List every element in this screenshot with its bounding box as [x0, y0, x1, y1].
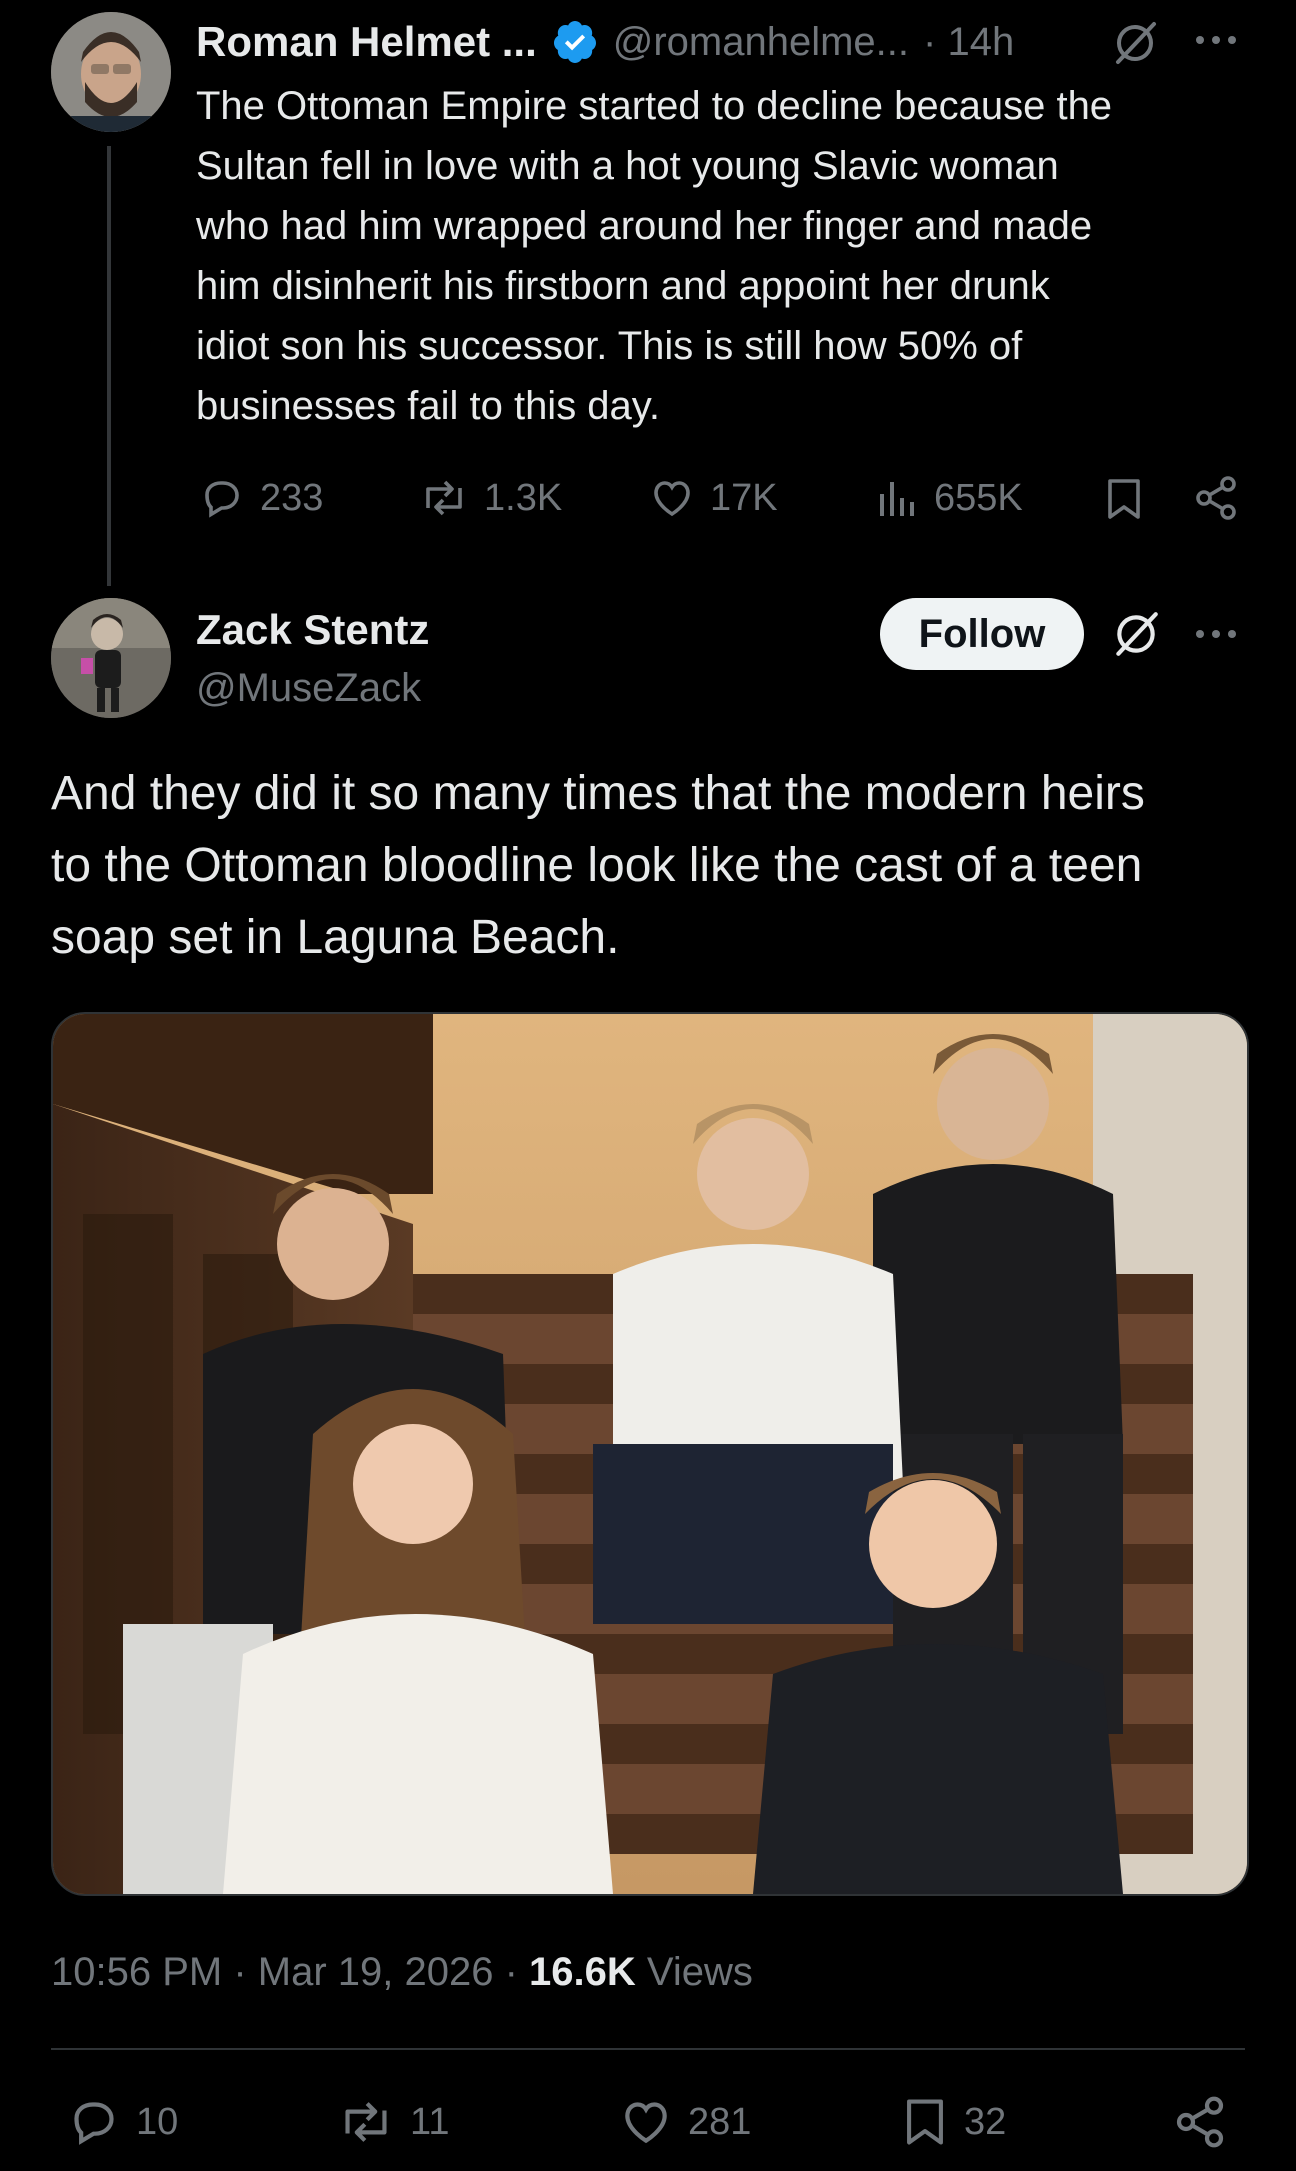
parent-post-header: Roman Helmet ... @romanhelme... · 14h — [196, 12, 1014, 72]
repost-icon — [336, 2094, 396, 2150]
views-count: 16.6K — [529, 1950, 636, 1994]
reply-icon — [66, 2094, 122, 2150]
bookmark-count: 32 — [964, 2100, 1007, 2143]
text-line: And they did it so many times that the m… — [51, 767, 1145, 820]
author-handle[interactable]: @MuseZack — [196, 660, 421, 716]
bookmark-button[interactable]: 32 — [900, 2094, 1006, 2150]
repost-count: 11 — [410, 2100, 450, 2143]
reply-count: 233 — [260, 476, 324, 519]
main-post-text: And they did it so many times that the m… — [51, 758, 1261, 974]
follow-button[interactable]: Follow — [880, 598, 1084, 670]
text-line: idiot son his successor. This is still h… — [196, 324, 1023, 368]
text-line: who had him wrapped around her finger an… — [196, 204, 1093, 248]
author-handle[interactable]: @romanhelme... — [613, 20, 909, 65]
more-icon[interactable] — [1194, 622, 1238, 646]
repost-button[interactable]: 1.3K — [418, 474, 562, 522]
bookmark-button[interactable] — [1102, 474, 1146, 524]
thread-connector-line — [107, 146, 111, 586]
parent-post-text: The Ottoman Empire started to decline be… — [196, 76, 1256, 436]
verified-badge-icon — [551, 18, 599, 66]
share-icon — [1176, 2096, 1224, 2148]
text-line: soap set in Laguna Beach. — [51, 911, 620, 964]
text-line: him disinherit his firstborn and appoint… — [196, 264, 1050, 308]
author-avatar[interactable] — [51, 598, 171, 718]
like-button[interactable]: 17K — [648, 474, 778, 522]
views-button[interactable]: 655K — [876, 474, 1023, 522]
like-count: 281 — [688, 2100, 752, 2143]
share-button[interactable] — [1192, 474, 1240, 522]
views-count: 655K — [934, 476, 1023, 519]
repost-icon — [418, 474, 470, 522]
post-timestamp-row: 10:56 PM · Mar 19, 2026 · 16.6K Views — [51, 1944, 753, 2000]
reply-button[interactable]: 10 — [66, 2094, 178, 2150]
text-line: Sultan fell in love with a hot young Sla… — [196, 144, 1059, 188]
more-icon[interactable] — [1194, 28, 1238, 52]
author-name[interactable]: Zack Stentz — [196, 602, 429, 658]
like-count: 17K — [710, 476, 778, 519]
text-line: The Ottoman Empire started to decline be… — [196, 84, 1113, 128]
grok-icon[interactable] — [1110, 608, 1162, 660]
grok-icon[interactable] — [1110, 18, 1160, 68]
author-avatar[interactable] — [51, 12, 171, 132]
text-line: to the Ottoman bloodline look like the c… — [51, 839, 1143, 892]
reply-button[interactable]: 233 — [198, 474, 323, 522]
divider — [51, 2048, 1245, 2050]
reply-count: 10 — [136, 2100, 179, 2143]
like-icon — [648, 474, 696, 522]
text-line: businesses fail to this day. — [196, 384, 660, 428]
share-button[interactable] — [1172, 2094, 1228, 2150]
post-timestamp[interactable]: 10:56 PM · Mar 19, 2026 · — [51, 1950, 529, 1994]
author-name[interactable]: Roman Helmet ... — [196, 18, 537, 66]
share-icon — [1196, 476, 1236, 520]
reply-icon — [198, 474, 246, 522]
post-image[interactable] — [51, 1012, 1249, 1896]
repost-button[interactable]: 11 — [336, 2094, 449, 2150]
bookmark-icon — [900, 2094, 950, 2150]
views-label: Views — [635, 1950, 753, 1994]
bookmark-icon — [1108, 479, 1140, 519]
like-button[interactable]: 281 — [618, 2094, 751, 2150]
post-time[interactable]: · 14h — [923, 20, 1014, 65]
repost-count: 1.3K — [484, 476, 563, 519]
views-icon — [876, 474, 920, 522]
like-icon — [618, 2094, 674, 2150]
